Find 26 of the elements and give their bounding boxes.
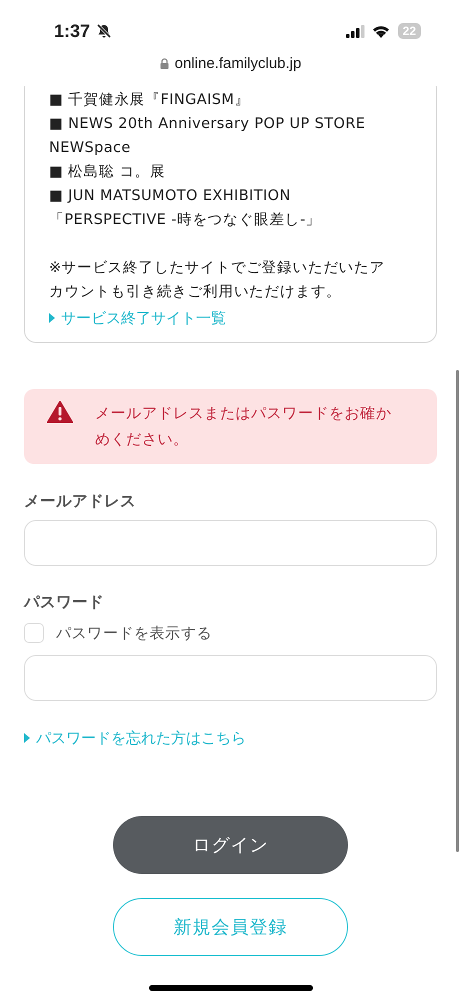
notice-text: ※サービス終了したサイトでご登録いただいたアカウントも引き続きご利用いただけます。 bbox=[49, 259, 386, 302]
triangle-icon bbox=[24, 733, 30, 743]
site-list-item: ■ NEWS 20th Anniversary POP UP STORE NEWSpace bbox=[49, 115, 366, 158]
closed-sites-link[interactable]: サービス終了サイト一覧 bbox=[49, 306, 400, 330]
status-time: 1:37 bbox=[54, 20, 90, 42]
show-password-label: パスワードを表示する bbox=[56, 624, 212, 642]
site-list-item: ■ JUN MATSUMOTO EXHIBITION bbox=[49, 187, 292, 206]
wifi-icon bbox=[372, 24, 390, 38]
forgot-password-link[interactable]: パスワードを忘れた方はこちら bbox=[24, 726, 437, 750]
site-list-item: ■ 千賀健永展『FINGAISM』 bbox=[49, 90, 251, 110]
site-list-item: ■ 松島聡 コ。展 bbox=[49, 163, 167, 182]
page-url: online.familyclub.jp bbox=[174, 54, 302, 72]
warning-icon bbox=[47, 401, 73, 423]
email-label: メールアドレス bbox=[24, 491, 137, 511]
lock-icon bbox=[160, 58, 169, 68]
show-password-checkbox[interactable] bbox=[24, 623, 44, 643]
password-label: パスワード bbox=[24, 592, 105, 612]
signal-icon bbox=[346, 24, 366, 38]
email-field[interactable] bbox=[24, 520, 437, 566]
triangle-icon bbox=[49, 313, 55, 323]
error-message: メールアドレスまたはパスワードをお確かめください。 bbox=[95, 403, 392, 450]
site-list-item: 「PERSPECTIVE -時をつなぐ眼差し-」 bbox=[49, 211, 322, 230]
muted-bell-icon bbox=[96, 23, 112, 39]
login-button[interactable]: ログイン bbox=[113, 816, 348, 874]
password-field[interactable] bbox=[24, 655, 437, 701]
register-button[interactable]: 新規会員登録 bbox=[113, 898, 348, 956]
